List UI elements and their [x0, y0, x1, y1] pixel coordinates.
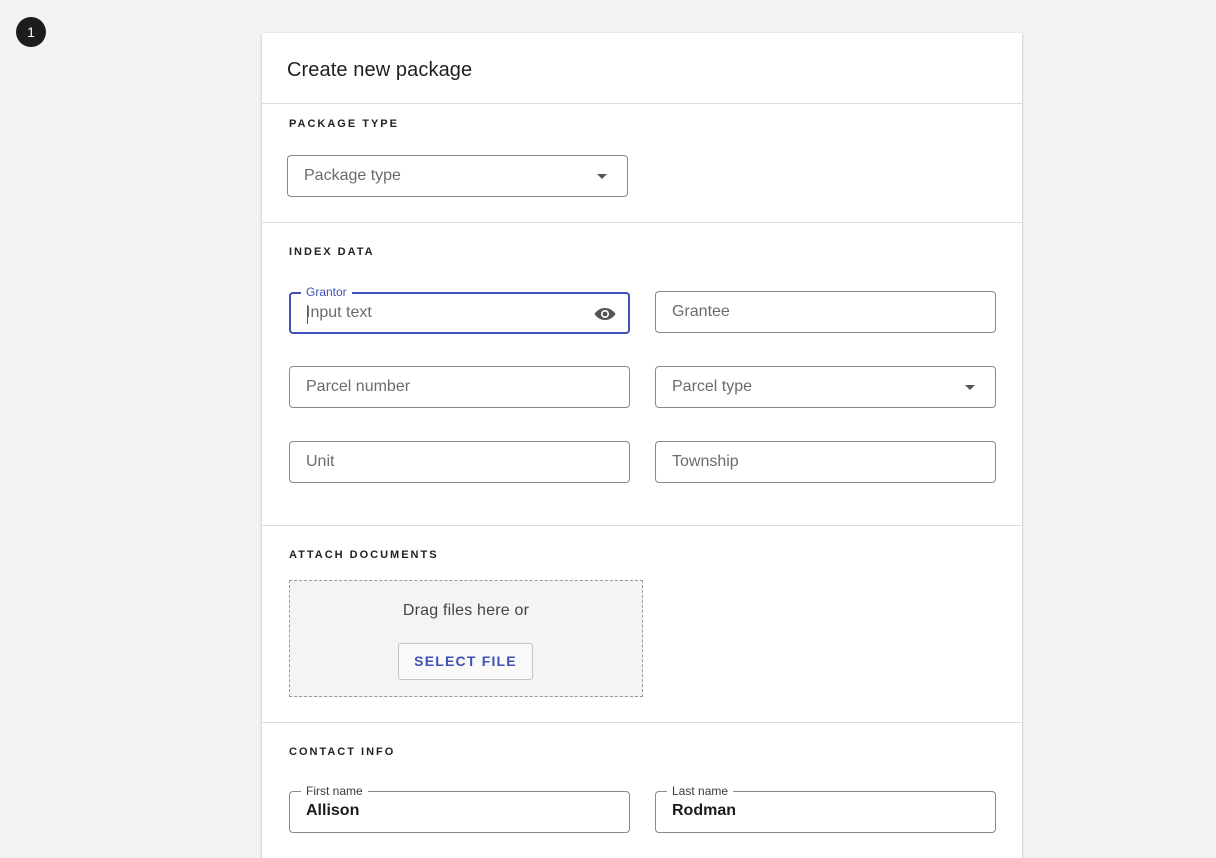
file-dropzone[interactable]: Drag files here or SELECT FILE [289, 580, 643, 697]
parcel-type-select[interactable]: Parcel type [655, 366, 996, 408]
package-type-select[interactable]: Package type [287, 155, 628, 197]
chevron-down-icon [597, 174, 607, 179]
page-title: Create new package [287, 59, 473, 81]
last-name-field[interactable]: Last name Rodman [655, 784, 996, 833]
township-field[interactable]: Township [655, 441, 996, 483]
first-name-label: First name [301, 784, 368, 798]
grantee-placeholder: Grantee [672, 303, 730, 320]
attach-documents-heading: Attach documents [289, 549, 439, 561]
last-name-label: Last name [667, 784, 734, 798]
step-badge: 1 [16, 17, 46, 47]
parcel-number-field[interactable]: Parcel number [289, 366, 630, 408]
unit-field[interactable]: Unit [289, 441, 630, 483]
package-type-placeholder: Package type [304, 167, 401, 184]
contact-info-heading: Contact info [289, 746, 396, 758]
first-name-field[interactable]: First name Allison [289, 784, 630, 833]
package-type-heading: Package type [289, 118, 399, 130]
grantee-field[interactable]: Grantee [655, 291, 996, 333]
grantor-placeholder: Input text [306, 304, 372, 321]
eye-icon[interactable] [593, 304, 617, 324]
index-data-heading: Index data [289, 246, 375, 258]
package-type-section: Package type Package type [262, 104, 1022, 223]
township-placeholder: Township [672, 453, 739, 470]
attach-documents-section: Attach documents Drag files here or SELE… [262, 526, 1022, 723]
select-file-button[interactable]: SELECT FILE [398, 643, 533, 680]
drop-text: Drag files here or [402, 602, 530, 619]
first-name-value: Allison [306, 802, 360, 819]
parcel-number-placeholder: Parcel number [306, 378, 411, 395]
parcel-type-placeholder: Parcel type [672, 378, 753, 395]
last-name-value: Rodman [672, 802, 736, 819]
index-data-section: Index data Grantor Input text Grantee Pa… [262, 223, 1022, 526]
contact-info-section: Contact info First name Allison Last nam… [262, 723, 1022, 858]
unit-placeholder: Unit [306, 453, 335, 470]
card-header: Create new package [262, 33, 1022, 104]
create-package-card: Create new package Package type Package … [262, 33, 1022, 858]
chevron-down-icon [965, 385, 975, 390]
grantor-field[interactable]: Grantor Input text [289, 285, 630, 334]
grantor-label: Grantor [301, 285, 352, 299]
